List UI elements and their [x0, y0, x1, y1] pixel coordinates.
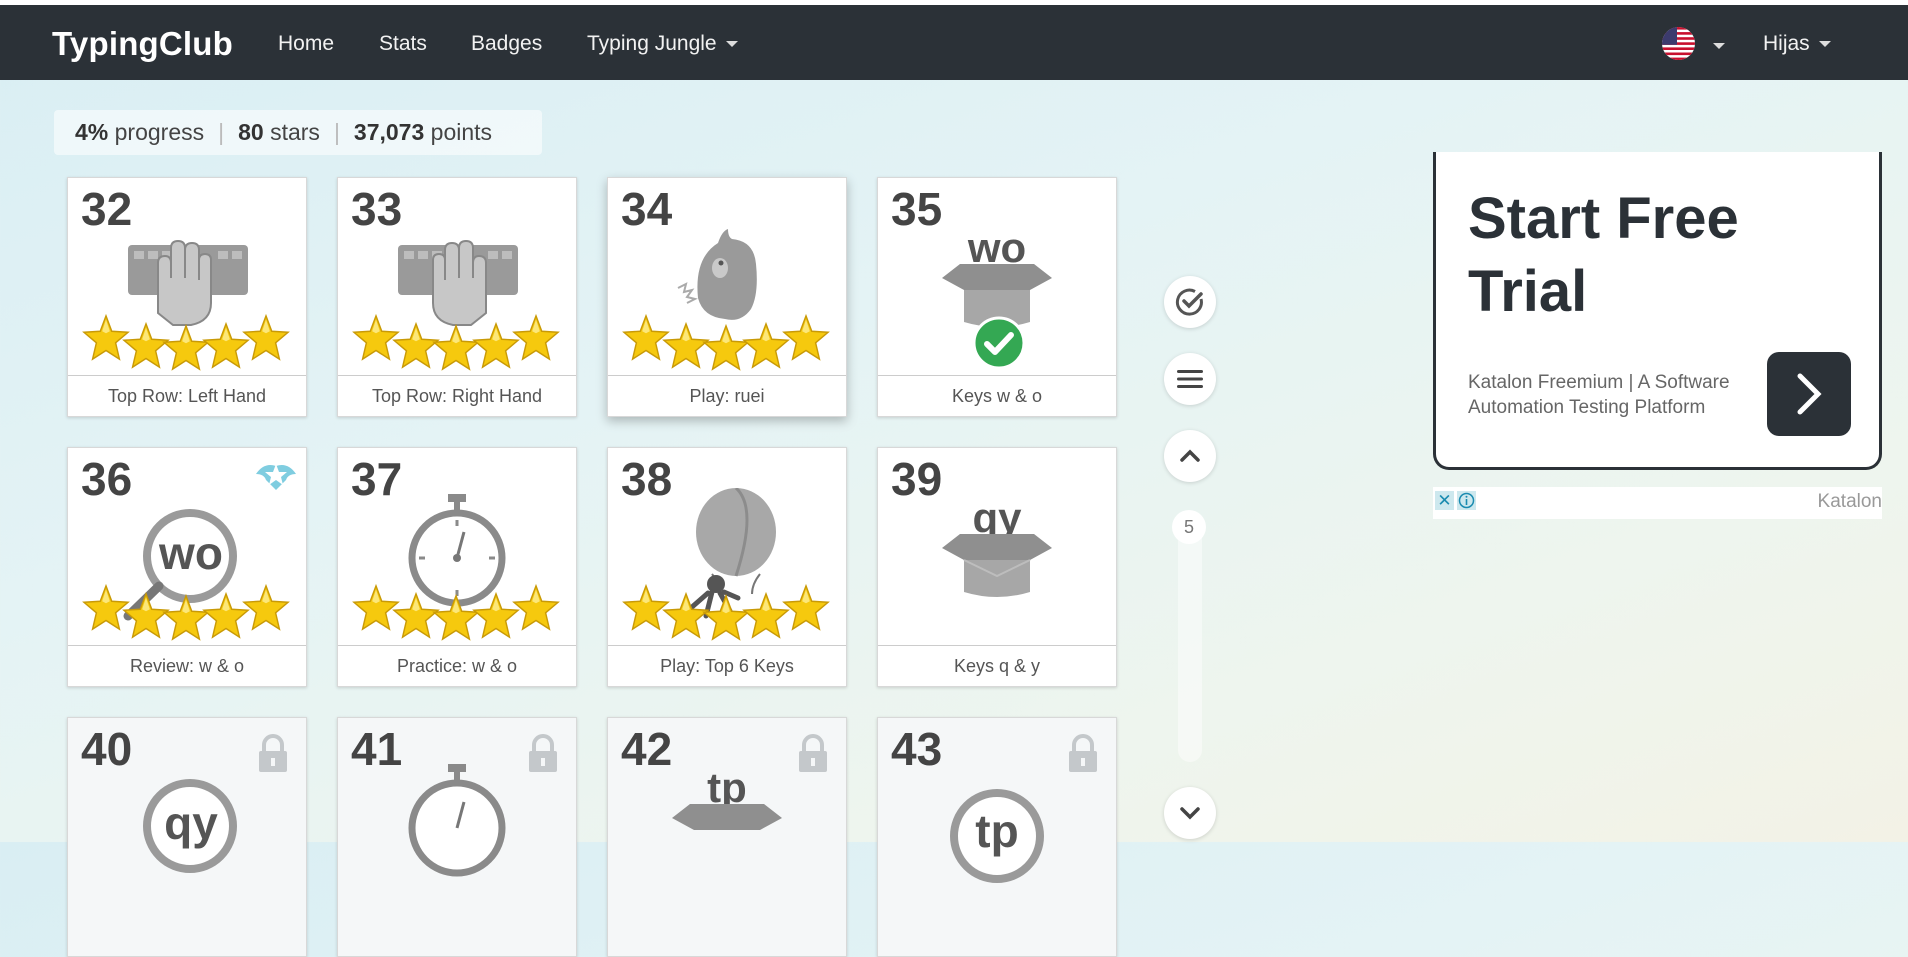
stars-count: 80: [238, 119, 264, 145]
progress-percent: 4%: [75, 119, 109, 145]
ad-text: Katalon Freemium | A Software Automation…: [1468, 372, 1730, 418]
star-icon: [242, 584, 290, 632]
lesson-title: Top Row: Right Hand: [338, 375, 576, 416]
nav-typing-jungle[interactable]: Typing Jungle: [587, 32, 738, 56]
star-icon: [782, 584, 830, 632]
points-count: 37,073: [353, 119, 425, 145]
progress-label: progress: [114, 119, 205, 145]
lesson-card-41[interactable]: 41: [337, 717, 577, 957]
star-icon: [242, 314, 290, 362]
nav-badges[interactable]: Badges: [471, 32, 542, 56]
scroll-down-button[interactable]: [1164, 787, 1216, 839]
stars-row: [82, 576, 294, 636]
nav-stats[interactable]: Stats: [379, 32, 427, 56]
completed-filter-button[interactable]: [1164, 276, 1216, 328]
lesson-title: Practice: w & o: [338, 645, 576, 686]
progress-summary: 4% progress | 80 stars | 37,073 points: [54, 110, 542, 155]
lesson-card-43[interactable]: 43 tp: [877, 717, 1117, 957]
menu-button[interactable]: [1164, 353, 1216, 405]
box-icon: [672, 804, 782, 830]
check-circle-icon: [972, 316, 1026, 370]
stars-row: [352, 576, 564, 636]
user-menu[interactable]: Hijas: [1763, 32, 1831, 56]
ad-info-icon[interactable]: [1457, 491, 1476, 510]
stars-row: [622, 306, 834, 366]
stopwatch-icon: [408, 764, 506, 877]
lesson-title: Keys w & o: [878, 375, 1116, 416]
check-circle-icon: [1175, 288, 1203, 316]
lesson-card-36[interactable]: 36 wo Review: w & o: [67, 447, 307, 687]
lesson-card-37[interactable]: 37 Practice: w & o: [337, 447, 577, 687]
lesson-title: Review: w & o: [68, 645, 306, 686]
chevron-down-icon: [1818, 41, 1831, 48]
lesson-card-39[interactable]: 39 qy Keys q & y: [877, 447, 1117, 687]
lesson-card-40[interactable]: 40 qy: [67, 717, 307, 957]
brand-logo[interactable]: TypingClub: [52, 25, 233, 63]
lesson-card-38[interactable]: 38 Play: Top 6 Keys: [607, 447, 847, 687]
chevron-down-icon: [725, 41, 738, 48]
menu-icon: [1177, 370, 1203, 388]
star-icon: [782, 314, 830, 362]
ad-close-icon[interactable]: ✕: [1435, 491, 1454, 510]
lesson-card-35[interactable]: 35 wo Keys w & o: [877, 177, 1117, 417]
stars-row: [352, 306, 564, 366]
star-icon: [512, 314, 560, 362]
stars-row: [622, 576, 834, 636]
box-text: tp: [975, 805, 1019, 857]
box-text: wo: [159, 527, 223, 579]
nav-typing-jungle-label: Typing Jungle: [587, 32, 717, 55]
page-indicator: 5: [1172, 510, 1206, 544]
scroll-up-button[interactable]: [1164, 430, 1216, 482]
star-icon: [512, 584, 560, 632]
box-icon: [942, 534, 1052, 597]
stars-label: stars: [270, 119, 320, 145]
lesson-title: Play: ruei: [608, 375, 846, 416]
scroll-track[interactable]: [1178, 512, 1202, 762]
ad-brand[interactable]: Katalon: [1818, 491, 1882, 513]
nav-home[interactable]: Home: [278, 32, 334, 56]
lesson-card-33[interactable]: 33 Top Row: Right Hand: [337, 177, 577, 417]
ad-banner[interactable]: Start Free Trial Katalon Freemium | A So…: [1433, 152, 1882, 470]
user-name: Hijas: [1763, 32, 1810, 55]
lesson-card-42[interactable]: 42 tp: [607, 717, 847, 957]
navbar: TypingClub Home Stats Badges Typing Jung…: [0, 5, 1908, 80]
ad-title: Start Free Trial: [1468, 186, 1739, 324]
language-chevron-down-icon[interactable]: [1713, 43, 1725, 49]
points-label: points: [430, 119, 493, 145]
ad-footer: ✕ Katalon: [1433, 487, 1882, 519]
lesson-title: Play: Top 6 Keys: [608, 645, 846, 686]
lesson-title: Keys q & y: [878, 645, 1116, 686]
chevron-up-icon: [1180, 449, 1200, 462]
chevron-down-icon: [1180, 807, 1200, 820]
stars-row: [82, 306, 294, 366]
ad-next-button[interactable]: [1767, 352, 1851, 436]
lesson-title: Top Row: Left Hand: [68, 375, 306, 416]
us-flag-icon[interactable]: [1662, 27, 1695, 60]
lesson-card-34[interactable]: 34 Play: ruei: [607, 177, 847, 417]
lesson-card-32[interactable]: 32 Top Row: Left Hand: [67, 177, 307, 417]
chevron-right-icon: [1797, 373, 1822, 415]
